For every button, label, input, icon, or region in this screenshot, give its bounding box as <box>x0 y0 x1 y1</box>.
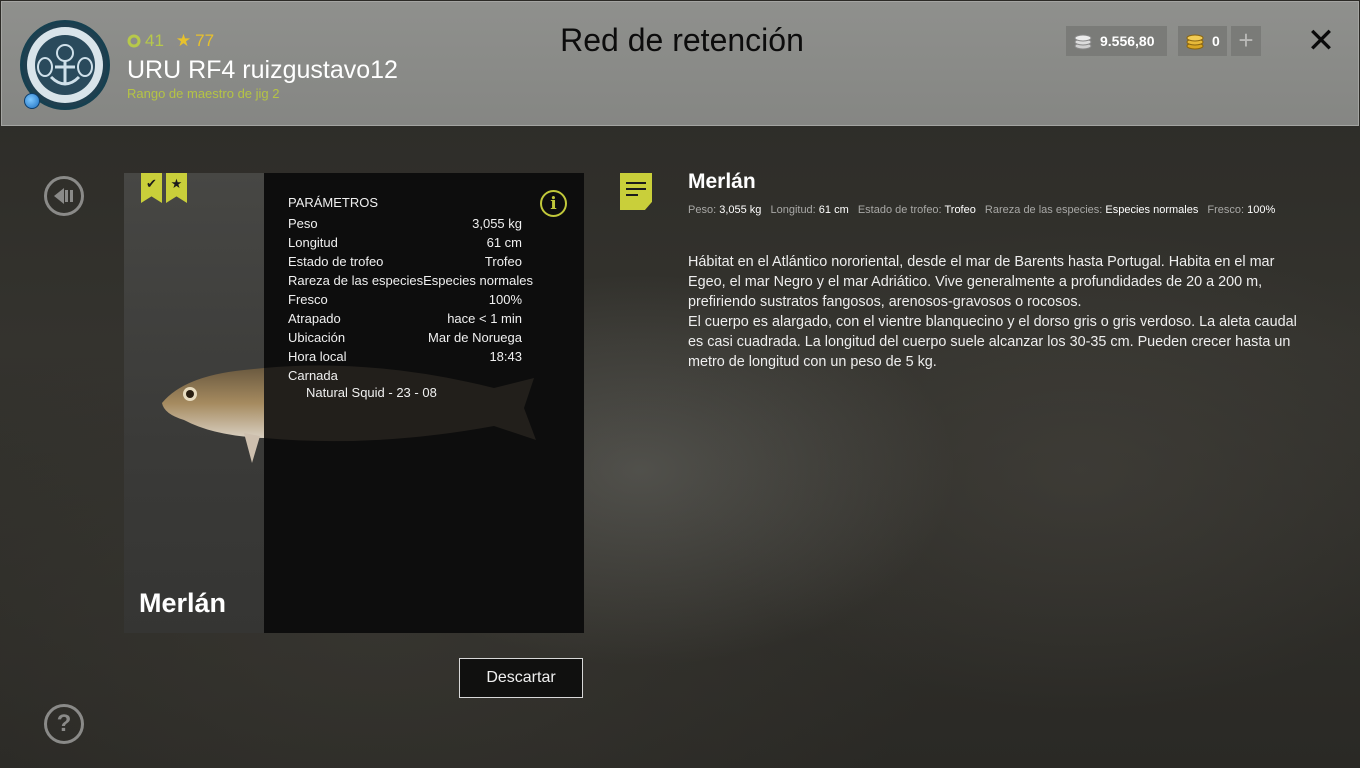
param-row: Peso 3,055 kg <box>288 216 522 235</box>
param-row: Atrapado hace < 1 min <box>288 311 522 330</box>
description-paragraph: Hábitat en el Atlántico nororiental, des… <box>688 254 1275 310</box>
help-button[interactable]: ? <box>44 704 84 744</box>
param-row: Fresco 100% <box>288 292 522 311</box>
param-value: 3,055 kg <box>472 216 522 231</box>
silver-balance: 9.556,80 <box>1066 26 1167 56</box>
param-value: 18:43 <box>489 349 522 364</box>
meta-label: Peso: <box>688 204 717 216</box>
param-label: Rareza de las especies <box>288 273 424 288</box>
experience-ring-icon <box>127 34 141 48</box>
meta-value: Trofeo <box>944 204 976 216</box>
meta-value: 61 cm <box>818 204 849 216</box>
gold-balance: 0 <box>1178 26 1227 56</box>
globe-icon <box>24 93 40 109</box>
param-value: 100% <box>488 292 522 307</box>
param-label: Atrapado <box>288 311 341 326</box>
parameters-title: PARÁMETROS <box>288 195 379 210</box>
silver-coins-icon <box>1073 32 1093 50</box>
description-note-icon <box>620 173 652 210</box>
param-label: Estado de trofeo <box>288 254 384 269</box>
player-rank: Rango de maestro de jig 2 <box>127 86 280 101</box>
param-label: Ubicación <box>288 330 346 345</box>
param-value: Trofeo <box>484 254 522 269</box>
stars-value: 77 <box>195 31 215 50</box>
param-row: Longitud 61 cm <box>288 235 522 254</box>
star-icon: ★ <box>175 31 192 50</box>
description-paragraph: El cuerpo es alargado, con el vientre bl… <box>688 314 1297 370</box>
description-meta: Peso: 3,055 kg Longitud: 61 cm Estado de… <box>688 204 1281 216</box>
experience-value: 41 <box>145 31 164 50</box>
fish-card: ✔ ★ Merlán i PARÁMETROS Peso 3,055 kg Lo… <box>124 173 584 633</box>
param-label: Peso <box>288 216 318 231</box>
param-label: Fresco <box>288 292 328 307</box>
discard-button[interactable]: Descartar <box>459 658 583 698</box>
meta-label: Fresco: <box>1207 204 1245 216</box>
param-value: Especies normales <box>423 273 533 288</box>
player-stats: 41 ★ 77 <box>127 31 214 51</box>
meta-value: 100% <box>1247 204 1276 216</box>
bait-value: Natural Squid - 23 - 08 <box>306 385 437 400</box>
player-name: URU RF4 ruizgustavo12 <box>127 56 398 84</box>
param-label: Hora local <box>288 349 347 364</box>
add-gold-button[interactable]: + <box>1231 26 1261 56</box>
meta-value: Especies normales <box>1105 204 1199 216</box>
param-label: Longitud <box>288 235 338 250</box>
parameters-panel: PARÁMETROS Peso 3,055 kg Longitud 61 cm … <box>288 195 533 402</box>
param-row: Hora local 18:43 <box>288 349 522 368</box>
meta-label: Rareza de las especies: <box>984 204 1103 216</box>
bait-label: Carnada <box>288 368 338 383</box>
gold-coins-icon <box>1185 32 1205 50</box>
param-row: Ubicación Mar de Noruega <box>288 330 522 349</box>
page-title: Red de retención <box>560 22 804 58</box>
param-value: hace < 1 min <box>447 311 522 326</box>
question-icon: ? <box>56 710 72 737</box>
param-value: Mar de Noruega <box>428 330 522 345</box>
back-arrow-icon <box>54 188 73 204</box>
meta-value: 3,055 kg <box>719 204 762 216</box>
meta-label: Estado de trofeo: <box>857 204 942 216</box>
silver-value: 9.556,80 <box>1100 33 1155 49</box>
param-row: Rareza de las especies Especies normales <box>288 273 533 292</box>
stars-stat: ★ 77 <box>176 31 214 51</box>
meta-label: Longitud: <box>770 204 816 216</box>
close-button[interactable]: ✕ <box>1304 24 1338 58</box>
plus-icon: + <box>1238 25 1254 55</box>
param-value: 61 cm <box>486 235 522 250</box>
description-body: Hábitat en el Atlántico nororiental, des… <box>688 252 1308 372</box>
description-title: Merlán <box>688 170 756 193</box>
card-fish-name: Merlán <box>139 588 227 618</box>
info-icon[interactable]: i <box>540 190 567 217</box>
experience-stat: 41 <box>127 31 164 51</box>
back-button[interactable] <box>44 176 84 216</box>
top-bar: 41 ★ 77 URU RF4 ruizgustavo12 Rango de m… <box>1 1 1359 126</box>
param-row: Estado de trofeo Trofeo <box>288 254 522 273</box>
gold-value: 0 <box>1212 33 1220 49</box>
close-icon: ✕ <box>1306 22 1336 60</box>
